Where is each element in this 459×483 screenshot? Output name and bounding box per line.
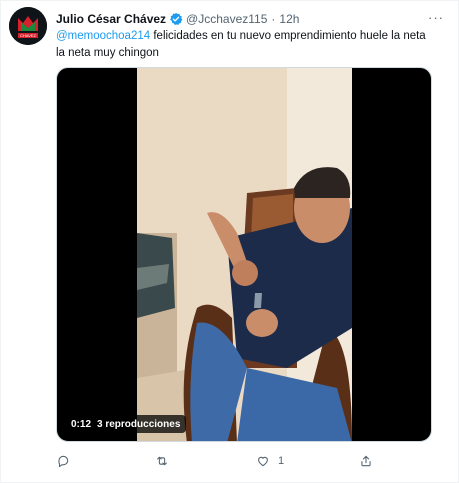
mention-link[interactable]: @memoochoa214	[56, 30, 150, 42]
action-bar: 1	[56, 452, 386, 470]
separator-dot: ·	[271, 12, 276, 26]
more-options-icon[interactable]: ···	[428, 10, 444, 26]
like-button[interactable]: 1	[256, 452, 284, 470]
reply-icon	[58, 455, 69, 468]
share-button[interactable]	[359, 452, 381, 470]
reply-button[interactable]	[56, 452, 78, 470]
author-handle[interactable]: @Jcchavez115	[186, 12, 267, 26]
video-duration: 0:12	[71, 418, 92, 430]
video-frame	[137, 68, 352, 441]
video-overlay: 0:12 3 reproducciones	[65, 415, 187, 433]
author-name[interactable]: Julio César Chávez	[56, 12, 166, 26]
video-still-image	[137, 68, 352, 441]
video-player[interactable]: 0:12 3 reproducciones	[56, 67, 432, 442]
verified-badge-icon	[169, 12, 183, 26]
retweet-icon	[157, 456, 167, 466]
tweet-header: Julio César Chávez @Jcchavez115 · 12h ··…	[56, 10, 444, 28]
tweet-text: @memoochoa214 felicidades en tu nuevo em…	[56, 28, 436, 62]
video-views: 3 reproducciones	[97, 418, 181, 430]
heart-icon	[258, 456, 268, 467]
retweet-button[interactable]	[155, 452, 177, 470]
avatar-text: CHAVEZ	[20, 33, 36, 38]
like-count: 1	[278, 455, 285, 467]
avatar-logo-icon: CHAVEZ	[9, 7, 47, 45]
tweet[interactable]: CHAVEZ Julio César Chávez @Jcchavez115 ·…	[0, 0, 459, 483]
avatar[interactable]: CHAVEZ	[9, 7, 47, 45]
share-icon	[361, 455, 371, 467]
tweet-timestamp[interactable]: 12h	[279, 12, 299, 26]
